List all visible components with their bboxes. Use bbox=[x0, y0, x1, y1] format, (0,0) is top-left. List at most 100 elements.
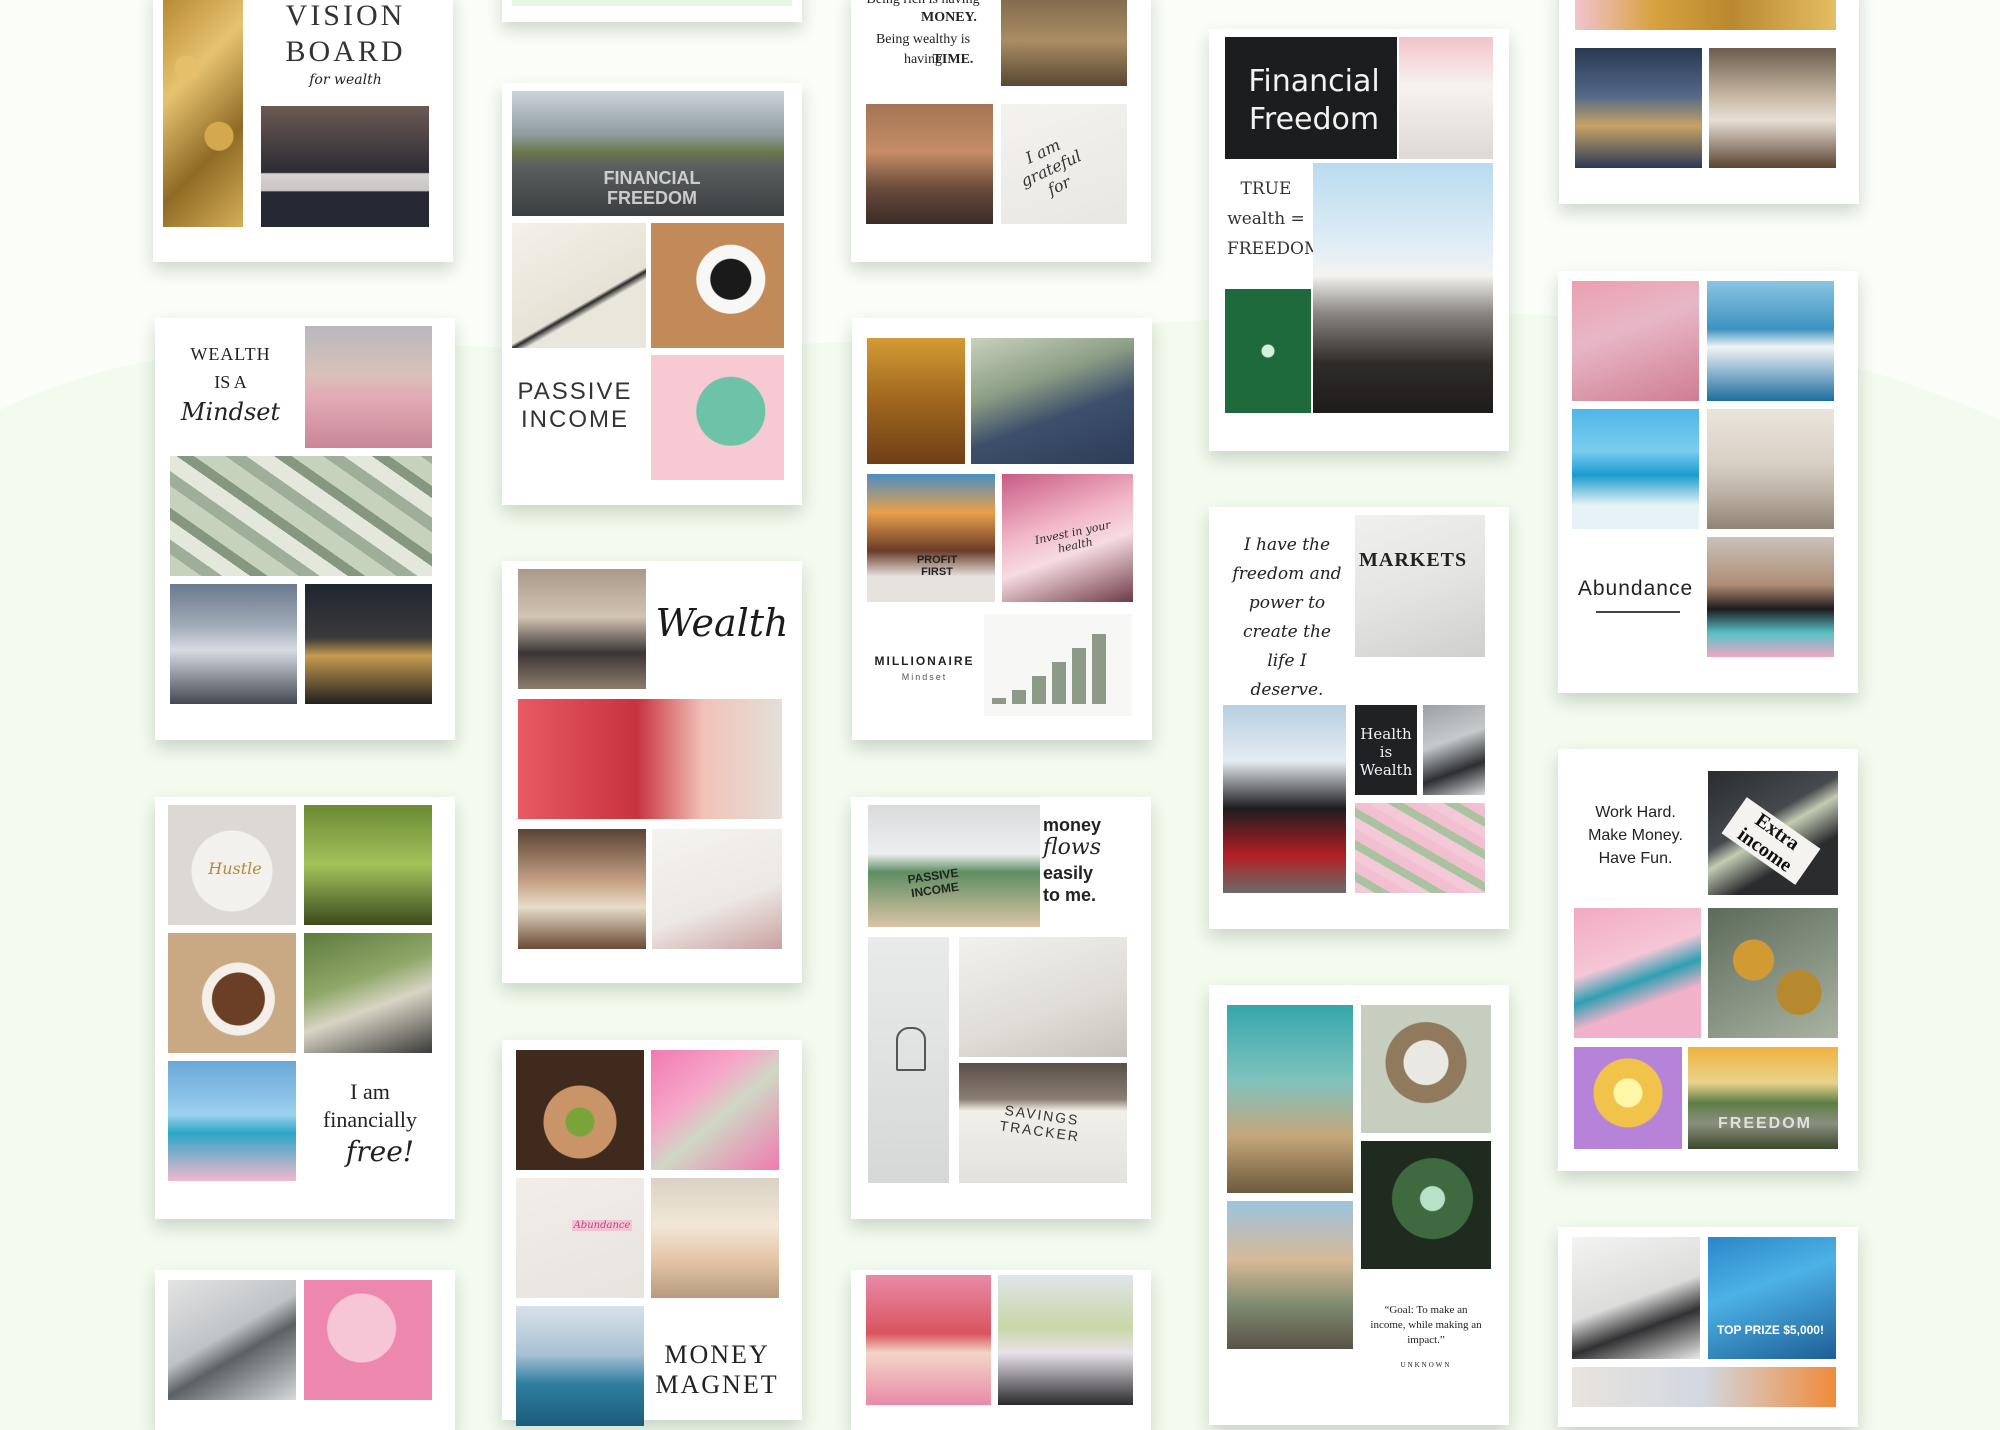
passive-income-card: FINANCIAL FREEDOM PASSIVE INCOME bbox=[502, 83, 802, 505]
convertible-road-photo bbox=[998, 1275, 1133, 1405]
work-line-1: Work Hard. bbox=[1595, 804, 1676, 821]
street-photo bbox=[1227, 1201, 1353, 1349]
flows-line-2: flows bbox=[1043, 835, 1102, 860]
prize-text: TOP PRIZE $5,000! bbox=[1717, 1323, 1824, 1337]
phone-woman-photo bbox=[866, 104, 993, 224]
flows-line-4: to me. bbox=[1043, 885, 1097, 905]
coin-purse-photo bbox=[651, 355, 784, 480]
mug-text: Hustle bbox=[208, 859, 262, 878]
orange-fragment-photo bbox=[1572, 1367, 1836, 1407]
cash-fan-photo bbox=[866, 1275, 991, 1405]
cash-pink-photo bbox=[651, 1050, 779, 1170]
beach-feet-photo bbox=[168, 1061, 296, 1181]
wealth-line-2: IS A bbox=[214, 372, 247, 392]
rich-quote-4: TIME. bbox=[932, 52, 974, 67]
work-line-3: Have Fun. bbox=[1598, 850, 1673, 867]
financial-freedom-card: Financial Freedom TRUE wealth = FREEDOM bbox=[1209, 29, 1509, 451]
globe-book-photo bbox=[1001, 0, 1127, 86]
piggy-bank-photo bbox=[304, 1280, 432, 1400]
free-line-2: financially bbox=[322, 1107, 418, 1132]
friends-toast-photo bbox=[651, 1178, 779, 1298]
bed-reading-photo bbox=[959, 937, 1127, 1057]
bitcoin-photo bbox=[1708, 908, 1838, 1038]
laptop-wallet-photo bbox=[1572, 1237, 1700, 1359]
seedling-photo bbox=[516, 1050, 644, 1170]
credit-card-photo bbox=[518, 699, 782, 819]
burj-photo bbox=[1227, 1005, 1353, 1193]
shopping-bags-photo bbox=[1707, 537, 1834, 657]
true-wealth-text: TRUE wealth = FREEDOM bbox=[1227, 179, 1322, 259]
jet-stairs-photo bbox=[1223, 705, 1346, 893]
top-fragment-card bbox=[502, 0, 802, 22]
luxury-car-photo bbox=[170, 584, 297, 704]
road-freedom-text: FREEDOM bbox=[1718, 1115, 1812, 1132]
abundance-tag: Abundance bbox=[572, 1220, 632, 1231]
mint-photo-fragment bbox=[512, 0, 792, 6]
handbag-photo bbox=[1709, 48, 1836, 168]
pink-money-photo bbox=[1355, 803, 1485, 893]
key-photo bbox=[516, 1178, 644, 1298]
yacht-photo bbox=[1707, 281, 1834, 401]
rich-quote-1: Being rich is having bbox=[859, 0, 987, 10]
markets-newspaper-photo bbox=[1355, 515, 1485, 657]
check-pen-photo bbox=[512, 223, 646, 348]
watch-photo bbox=[1423, 705, 1485, 795]
health-text: Health is Wealth bbox=[1359, 725, 1413, 779]
road-text: FINANCIAL FREEDOM bbox=[603, 168, 701, 208]
island-plane-photo bbox=[516, 1306, 644, 1426]
city-night-photo bbox=[305, 584, 432, 704]
wealth-line-1: WEALTH bbox=[190, 344, 271, 364]
coins-alarm-card bbox=[1559, 0, 1859, 204]
pink-notebook-photo bbox=[1572, 281, 1699, 401]
millionaire-card: PROFIT FIRST Invest in your health MILLI… bbox=[852, 318, 1152, 740]
freedom-power-card: I have the freedom and power to create t… bbox=[1209, 507, 1509, 929]
piggy-calculator-photo bbox=[1574, 908, 1701, 1038]
freedom-road-sunset-photo bbox=[1688, 1047, 1838, 1149]
money-flows-card: PASSIVE INCOME money flows easily to me.… bbox=[851, 797, 1151, 1219]
abundance-card: Abundance bbox=[1558, 271, 1858, 693]
private-jet-photo bbox=[1313, 163, 1493, 413]
goal-author: UNKNOWN bbox=[1400, 1361, 1452, 1369]
globe-money-photo bbox=[304, 933, 432, 1053]
coin-house-photo bbox=[304, 805, 432, 925]
abundance-underline bbox=[1596, 611, 1680, 613]
counting-cash-photo bbox=[971, 338, 1134, 464]
wealth-line-3: Mindset bbox=[180, 398, 281, 426]
scratch-card-photo bbox=[1708, 1237, 1836, 1359]
flows-line-1: money bbox=[1043, 815, 1102, 835]
flows-line-3: easily bbox=[1043, 863, 1094, 883]
couple-photo bbox=[261, 106, 429, 227]
abundance-title: Abundance bbox=[1577, 577, 1694, 600]
rich-quote-2: MONEY. bbox=[921, 10, 977, 25]
infinity-pool-photo bbox=[1572, 409, 1699, 529]
free-line-3: free! bbox=[345, 1135, 415, 1168]
diamond-card bbox=[155, 1270, 455, 1430]
reading-woman-photo bbox=[867, 474, 995, 602]
birdcage-photo bbox=[868, 937, 949, 1183]
goal-card: “Goal: To make an income, while making a… bbox=[1209, 985, 1509, 1425]
perfume-flowers-photo bbox=[1399, 37, 1493, 159]
glasses-cash-card bbox=[851, 1270, 1151, 1430]
millionaire-sub: Mindset bbox=[901, 672, 948, 682]
work-line-2: Make Money. bbox=[1588, 827, 1683, 844]
gold-interior-photo bbox=[867, 338, 965, 464]
chalkboard-text: Financial Freedom bbox=[1248, 64, 1380, 137]
free-line-1: I am bbox=[350, 1079, 390, 1104]
coffee-money-photo bbox=[168, 933, 296, 1053]
coin-stacks-chart-photo bbox=[984, 614, 1132, 716]
millionaire-title: MILLIONAIRE bbox=[874, 654, 975, 668]
coffee-cash-photo bbox=[651, 223, 784, 348]
phone-glow-photo bbox=[1361, 1141, 1491, 1269]
golden-egg-photo bbox=[1361, 1005, 1491, 1133]
wealth-card: Wealth bbox=[502, 561, 802, 983]
money-magnet-card: Abundance MONEY MAGNET bbox=[502, 1040, 802, 1426]
living-room-photo bbox=[1707, 409, 1834, 529]
coins-alarm-photo bbox=[1575, 0, 1836, 30]
financially-free-card: Hustle I am financially free! bbox=[155, 797, 455, 1219]
rich-wealthy-card: Being rich is having MONEY. Being wealth… bbox=[851, 0, 1151, 262]
markets-text: MARKETS bbox=[1359, 549, 1468, 571]
lottery-card: TOP PRIZE $5,000! bbox=[1558, 1227, 1858, 1427]
wealth-mindset-card: WEALTH IS A Mindset bbox=[155, 318, 455, 740]
wealth-title: Wealth bbox=[655, 601, 789, 645]
woman-pink-coat-photo bbox=[305, 326, 432, 448]
